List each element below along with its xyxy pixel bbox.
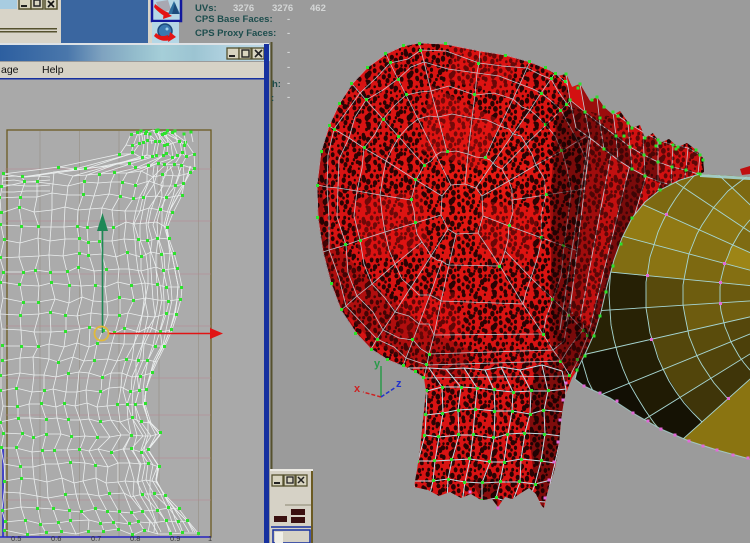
svg-text:y: y [374, 358, 381, 370]
svg-text:h:: h: [272, 79, 281, 90]
svg-text:UVs:: UVs: [195, 3, 217, 14]
svg-text:462: 462 [310, 3, 326, 14]
svg-text:0.9: 0.9 [170, 534, 180, 543]
svg-text:0.5: 0.5 [11, 534, 21, 543]
svg-text:-: - [287, 47, 290, 58]
svg-text:CPS Proxy Faces:: CPS Proxy Faces: [195, 28, 276, 39]
svg-text:Help: Help [42, 64, 64, 76]
svg-text:1: 1 [208, 534, 212, 543]
svg-text:age: age [1, 64, 19, 76]
svg-text:CPS Base Faces:: CPS Base Faces: [195, 14, 273, 25]
svg-text:3276: 3276 [233, 3, 254, 14]
svg-text::: : [271, 93, 274, 104]
svg-text:z: z [396, 378, 402, 390]
svg-text:-: - [287, 28, 290, 39]
svg-text:-: - [287, 14, 290, 25]
svg-text:x: x [354, 383, 361, 395]
svg-text:-: - [287, 78, 290, 89]
svg-text:3276: 3276 [272, 3, 293, 14]
svg-text:-: - [287, 92, 290, 103]
svg-text:-: - [287, 62, 290, 73]
svg-text:0.7: 0.7 [91, 534, 101, 543]
svg-text:0.6: 0.6 [51, 534, 61, 543]
